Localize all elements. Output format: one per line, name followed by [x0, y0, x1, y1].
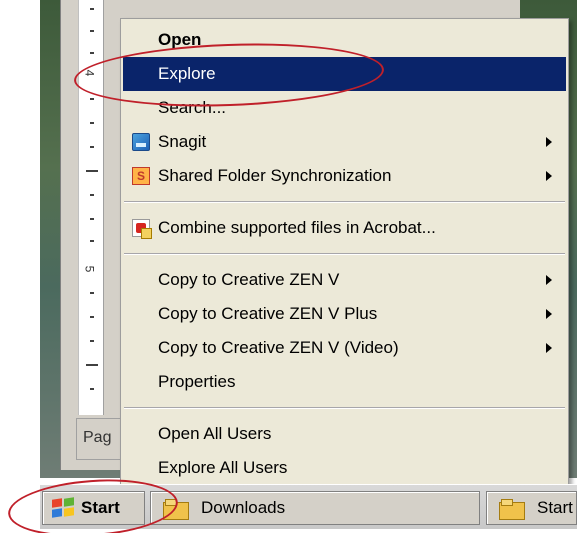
folder-icon: [499, 499, 525, 520]
menu-item-explore-all-users[interactable]: Explore All Users: [123, 451, 566, 485]
ruler-tick: [90, 340, 94, 342]
menu-item-combine-acrobat[interactable]: Combine supported files in Acrobat...: [123, 211, 566, 245]
submenu-arrow-icon: [546, 171, 552, 181]
menu-separator: [124, 253, 565, 255]
snagit-icon: [132, 133, 150, 151]
menu-item-copy-zen-v-video[interactable]: Copy to Creative ZEN V (Video): [123, 331, 566, 365]
ruler-tick: [90, 388, 94, 390]
menu-item-label: Properties: [158, 372, 236, 391]
menu-separator: [124, 407, 565, 409]
menu-item-label: Copy to Creative ZEN V (Video): [158, 338, 399, 357]
status-page-label: Pag: [76, 418, 121, 460]
taskbar-button-start-folder[interactable]: Start: [486, 491, 577, 525]
submenu-arrow-icon: [546, 137, 552, 147]
ruler-tick: [90, 292, 94, 294]
menu-item-shared-folder-sync[interactable]: S Shared Folder Synchronization: [123, 159, 566, 193]
submenu-arrow-icon: [546, 309, 552, 319]
acrobat-combine-icon: [132, 219, 152, 239]
menu-item-copy-zen-v[interactable]: Copy to Creative ZEN V: [123, 263, 566, 297]
menu-item-open-all-users[interactable]: Open All Users: [123, 417, 566, 451]
ruler-tick: [90, 98, 94, 100]
ruler-number: 5: [82, 265, 97, 273]
ruler-tick: [90, 122, 94, 124]
ruler-tick: [86, 170, 98, 172]
menu-item-copy-zen-v-plus[interactable]: Copy to Creative ZEN V Plus: [123, 297, 566, 331]
taskbar-button-label: Downloads: [201, 498, 286, 517]
menu-item-label: Copy to Creative ZEN V: [158, 270, 340, 289]
ruler-tick: [90, 316, 94, 318]
shared-folder-sync-icon: S: [132, 167, 150, 185]
ruler-tick: [90, 218, 94, 220]
menu-separator: [124, 201, 565, 203]
menu-item-label: Shared Folder Synchronization: [158, 166, 392, 185]
ruler-tick: [90, 240, 94, 242]
ruler-tick: [86, 364, 98, 366]
submenu-arrow-icon: [546, 275, 552, 285]
menu-item-snagit[interactable]: Snagit: [123, 125, 566, 159]
taskbar-button-downloads[interactable]: Downloads: [150, 491, 480, 525]
menu-item-label: Copy to Creative ZEN V Plus: [158, 304, 378, 323]
ruler-tick: [90, 146, 94, 148]
menu-item-label: Explore All Users: [158, 458, 288, 477]
ruler-tick: [90, 52, 94, 54]
submenu-arrow-icon: [546, 343, 552, 353]
menu-item-properties[interactable]: Properties: [123, 365, 566, 399]
ruler-tick: [90, 30, 94, 32]
taskbar-button-label: Start: [537, 498, 573, 517]
menu-item-label: Open All Users: [158, 424, 272, 443]
ruler-tick: [90, 194, 94, 196]
menu-item-label: Snagit: [158, 132, 207, 151]
menu-item-label: Combine supported files in Acrobat...: [158, 218, 436, 237]
ruler-tick: [90, 8, 94, 10]
